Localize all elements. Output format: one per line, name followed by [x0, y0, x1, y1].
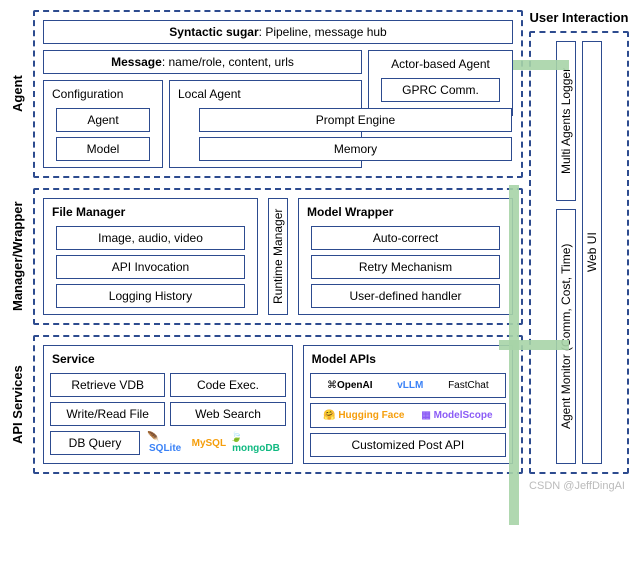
model-apis-title: Model APIs — [310, 352, 506, 368]
model-wrapper-item: User-defined handler — [311, 284, 500, 308]
manager-section-label: Manager/Wrapper — [10, 188, 25, 325]
horizontal-connector-mid — [499, 340, 569, 350]
message-desc: name/role, content, urls — [168, 55, 293, 69]
service-item: Code Exec. — [170, 373, 285, 397]
user-interaction-label: User Interaction — [530, 10, 629, 25]
model-wrapper-item: Auto-correct — [311, 226, 500, 250]
mysql-logo: MySQL — [192, 438, 226, 449]
configuration-title: Configuration — [50, 87, 156, 103]
config-model: Model — [56, 137, 150, 161]
mongodb-logo: 🍃mongoDB — [230, 432, 284, 454]
configuration-group: Configuration Agent Model — [43, 80, 163, 168]
file-manager-group: File Manager Image, audio, video API Inv… — [43, 198, 258, 315]
vllm-logo: vLLM — [397, 380, 423, 391]
file-manager-item: API Invocation — [56, 255, 245, 279]
runtime-manager: Runtime Manager — [268, 198, 288, 315]
file-manager-title: File Manager — [50, 205, 251, 221]
api-section-label: API Services — [10, 335, 25, 474]
db-logos: 🪶SQLite MySQL 🍃mongoDB — [145, 431, 286, 455]
model-apis-group: Model APIs ⌘OpenAI vLLM FastChat 🤗 Huggi… — [303, 345, 513, 464]
user-interaction-section: Multi Agents Logger Agent Monitor (Comm,… — [529, 31, 629, 474]
agent-section-label: Agent — [10, 10, 25, 178]
service-item: Write/Read File — [50, 402, 165, 426]
memory-box: Memory — [199, 137, 512, 161]
modelscope-logo: ▦ ModelScope — [421, 410, 492, 421]
agent-section: Syntactic sugar: Pipeline, message hub M… — [33, 10, 523, 178]
prompt-engine-box: Prompt Engine — [199, 108, 512, 132]
actor-agent-title: Actor-based Agent — [375, 57, 506, 73]
file-manager-item: Logging History — [56, 284, 245, 308]
service-item: DB Query — [50, 431, 140, 455]
syntactic-sugar-title: Syntactic sugar — [169, 25, 258, 39]
fastchat-logo: FastChat — [448, 380, 489, 391]
watermark: CSDN @JeffDingAI — [529, 480, 625, 492]
custom-api-box: Customized Post API — [310, 433, 506, 457]
config-agent: Agent — [56, 108, 150, 132]
syntactic-sugar-box: Syntactic sugar: Pipeline, message hub — [43, 20, 513, 44]
message-title: Message — [111, 55, 162, 69]
model-wrapper-title: Model Wrapper — [305, 205, 506, 221]
service-item: Web Search — [170, 402, 285, 426]
agent-monitor: Agent Monitor (Comm, Cost, Time) — [556, 209, 576, 464]
service-group: Service Retrieve VDB Code Exec. Write/Re… — [43, 345, 293, 464]
service-item: Retrieve VDB — [50, 373, 165, 397]
manager-section: File Manager Image, audio, video API Inv… — [33, 188, 523, 325]
local-agent-title: Local Agent — [176, 87, 355, 103]
service-title: Service — [50, 352, 286, 368]
sqlite-logo: 🪶SQLite — [147, 432, 188, 454]
file-manager-item: Image, audio, video — [56, 226, 245, 250]
syntactic-sugar-desc: Pipeline, message hub — [265, 25, 386, 39]
gprc-box: GPRC Comm. — [381, 78, 500, 102]
api-section: Service Retrieve VDB Code Exec. Write/Re… — [33, 335, 523, 474]
huggingface-logo: 🤗 Hugging Face — [323, 410, 404, 421]
vertical-connector — [509, 185, 519, 525]
provider-row-2: 🤗 Hugging Face ▦ ModelScope — [310, 403, 506, 428]
actor-agent-group: Actor-based Agent GPRC Comm. — [368, 50, 513, 116]
provider-row-1: ⌘OpenAI vLLM FastChat — [310, 373, 506, 398]
web-ui: Web UI — [582, 41, 602, 464]
message-box: Message: name/role, content, urls — [43, 50, 362, 74]
model-wrapper-item: Retry Mechanism — [311, 255, 500, 279]
model-wrapper-group: Model Wrapper Auto-correct Retry Mechani… — [298, 198, 513, 315]
openai-logo: ⌘OpenAI — [327, 380, 373, 391]
